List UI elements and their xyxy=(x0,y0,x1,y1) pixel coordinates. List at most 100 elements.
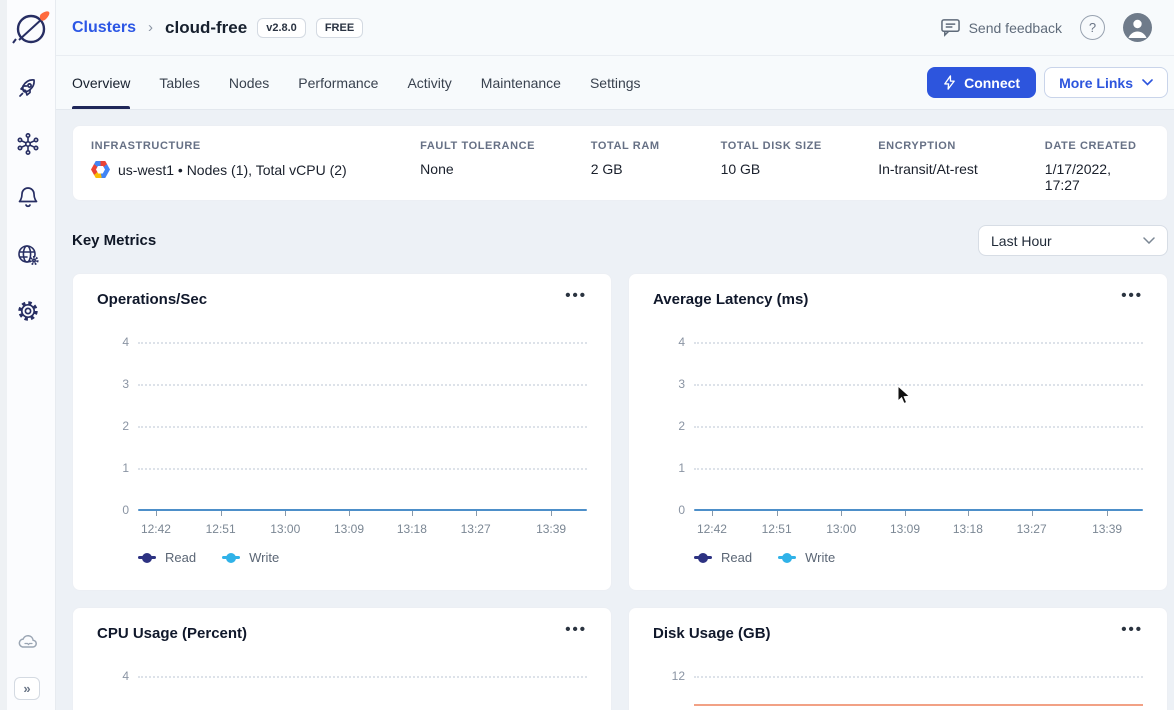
tier-badge: FREE xyxy=(316,18,363,38)
tab-overview[interactable]: Overview xyxy=(72,56,130,109)
cluster-tabs-bar: Overview Tables Nodes Performance Activi… xyxy=(56,56,1174,110)
y-tick: 0 xyxy=(661,503,685,517)
send-feedback-label: Send feedback xyxy=(969,20,1062,36)
x-tick-label: 12:42 xyxy=(697,522,727,536)
chart-title: Disk Usage (GB) xyxy=(653,625,771,642)
chart-legend: Read Write xyxy=(138,550,279,565)
chevron-down-icon xyxy=(1143,237,1155,244)
x-tick-label: 13:00 xyxy=(270,522,300,536)
main-content: INFRASTRUCTURE us-west1 • Nodes (1), Tot… xyxy=(56,110,1174,710)
x-tick-label: 13:00 xyxy=(826,522,856,536)
chart-menu-icon[interactable]: ••• xyxy=(565,291,587,301)
send-feedback-button[interactable]: Send feedback xyxy=(940,18,1062,37)
chart-title: Operations/Sec xyxy=(97,291,207,308)
flat-zero-series-line xyxy=(138,509,587,511)
field-value: None xyxy=(420,161,591,177)
x-tick-label: 12:51 xyxy=(762,522,792,536)
field-value: In-transit/At-rest xyxy=(878,161,1045,177)
info-field-infrastructure: INFRASTRUCTURE us-west1 • Nodes (1), Tot… xyxy=(91,140,420,200)
field-value: 1/17/2022, 17:27 xyxy=(1045,161,1149,193)
x-tick-label: 13:18 xyxy=(397,522,427,536)
y-tick: 12 xyxy=(661,669,685,683)
more-links-label: More Links xyxy=(1059,75,1133,91)
tab-performance[interactable]: Performance xyxy=(298,56,378,109)
read-series-marker xyxy=(694,556,712,559)
info-field-total-ram: TOTAL RAM 2 GB xyxy=(591,140,721,200)
feedback-bubble-icon xyxy=(940,18,961,37)
chart-menu-icon[interactable]: ••• xyxy=(1121,625,1143,635)
breadcrumb-cluster-name: cloud-free xyxy=(165,18,247,38)
time-range-value: Last Hour xyxy=(991,233,1052,249)
x-tick-label: 13:39 xyxy=(1092,522,1122,536)
legend-read: Read xyxy=(138,550,196,565)
y-tick: 3 xyxy=(661,377,685,391)
chart-menu-icon[interactable]: ••• xyxy=(1121,291,1143,301)
legend-read: Read xyxy=(694,550,752,565)
more-links-button[interactable]: More Links xyxy=(1044,67,1168,98)
chart-legend: Read Write xyxy=(694,550,835,565)
cloud-status-icon[interactable] xyxy=(16,630,40,654)
user-avatar[interactable] xyxy=(1123,13,1152,42)
tab-settings[interactable]: Settings xyxy=(590,56,641,109)
info-field-encryption: ENCRYPTION In-transit/At-rest xyxy=(878,140,1045,200)
legend-write: Write xyxy=(778,550,835,565)
y-tick: 2 xyxy=(661,419,685,433)
cluster-info-panel: INFRASTRUCTURE us-west1 • Nodes (1), Tot… xyxy=(72,125,1168,201)
field-label: INFRASTRUCTURE xyxy=(91,140,420,152)
x-tick-label: 13:27 xyxy=(1017,522,1047,536)
legend-write: Write xyxy=(222,550,279,565)
alerts-bell-icon[interactable] xyxy=(16,185,40,209)
y-tick: 1 xyxy=(105,461,129,475)
connect-button[interactable]: Connect xyxy=(927,67,1036,98)
disk-limit-line xyxy=(694,704,1143,706)
read-series-marker xyxy=(138,556,156,559)
tab-nodes[interactable]: Nodes xyxy=(229,56,269,109)
field-label: ENCRYPTION xyxy=(878,140,1045,152)
planet-rocket-logo-icon xyxy=(10,6,54,50)
cluster-network-icon[interactable] xyxy=(16,132,40,156)
app-logo[interactable] xyxy=(10,6,54,50)
tab-activity[interactable]: Activity xyxy=(407,56,451,109)
field-label: TOTAL DISK SIZE xyxy=(721,140,879,152)
chart-menu-icon[interactable]: ••• xyxy=(565,625,587,635)
time-range-dropdown[interactable]: Last Hour xyxy=(978,225,1168,256)
tab-maintenance[interactable]: Maintenance xyxy=(481,56,561,109)
chevron-down-icon xyxy=(1142,79,1153,86)
y-tick: 2 xyxy=(105,419,129,433)
x-tick-label: 13:09 xyxy=(890,522,920,536)
field-label: FAULT TOLERANCE xyxy=(420,140,591,152)
x-tick-label: 13:27 xyxy=(461,522,491,536)
x-tick-label: 12:42 xyxy=(141,522,171,536)
breadcrumb-clusters-link[interactable]: Clusters xyxy=(72,19,136,37)
lightning-bolt-icon xyxy=(943,75,956,90)
chart-title: Average Latency (ms) xyxy=(653,291,808,308)
left-sidebar: » xyxy=(0,0,56,710)
connect-label: Connect xyxy=(964,75,1020,91)
y-tick: 4 xyxy=(661,335,685,349)
write-series-marker xyxy=(778,556,796,559)
chart-operations-per-sec: Operations/Sec ••• 4 3 2 1 0 12:42 12:51 xyxy=(72,273,612,591)
field-label: DATE CREATED xyxy=(1045,140,1149,152)
info-field-total-disk: TOTAL DISK SIZE 10 GB xyxy=(721,140,879,200)
y-tick: 0 xyxy=(105,503,129,517)
field-value: 2 GB xyxy=(591,161,721,177)
y-tick: 4 xyxy=(105,669,129,683)
help-icon[interactable]: ? xyxy=(1080,15,1105,40)
y-tick: 3 xyxy=(105,377,129,391)
sidebar-expand-button[interactable]: » xyxy=(14,677,40,700)
chart-disk-usage: Disk Usage (GB) ••• 12 xyxy=(628,607,1168,710)
field-label: TOTAL RAM xyxy=(591,140,721,152)
y-tick: 4 xyxy=(105,335,129,349)
info-field-date-created: DATE CREATED 1/17/2022, 17:27 xyxy=(1045,140,1149,200)
y-tick: 1 xyxy=(661,461,685,475)
field-value: 10 GB xyxy=(721,161,879,177)
person-icon xyxy=(1123,13,1152,42)
top-header: Clusters › cloud-free v2.8.0 FREE Send f… xyxy=(56,0,1174,56)
chart-average-latency: Average Latency (ms) ••• 4 3 2 1 0 12:42… xyxy=(628,273,1168,591)
x-tick-label: 12:51 xyxy=(206,522,236,536)
network-globe-settings-icon[interactable] xyxy=(16,243,40,267)
tab-tables[interactable]: Tables xyxy=(159,56,199,109)
rocket-icon[interactable] xyxy=(16,76,40,100)
version-badge: v2.8.0 xyxy=(257,18,306,38)
settings-gear-icon[interactable] xyxy=(16,299,40,323)
